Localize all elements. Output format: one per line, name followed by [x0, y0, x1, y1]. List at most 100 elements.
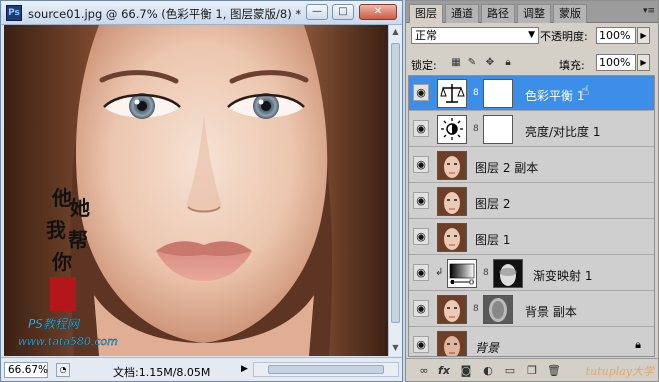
document-window: Ps source01.jpg @ 66.7% (色彩平衡 1, 图层蒙版/8)…	[0, 0, 403, 382]
blend-mode-value: 正常	[415, 29, 437, 42]
visibility-eye-icon[interactable]: ◉	[413, 192, 429, 209]
tab-masks[interactable]: 蒙版	[553, 4, 587, 23]
layer-thumbnail	[437, 331, 467, 356]
move-lock-icon[interactable]: ✥	[484, 57, 496, 69]
layer-mask-thumbnail[interactable]	[483, 79, 513, 108]
layer-name[interactable]: 渐变映射 1	[533, 267, 592, 284]
fx-icon[interactable]: fx	[436, 363, 452, 378]
zoom-level-field[interactable]: 66.67%	[4, 362, 48, 378]
visibility-eye-icon[interactable]: ◉	[413, 300, 429, 317]
layer-row-gradient-map[interactable]: ◉ ↲ 8 渐变映射 1	[409, 256, 654, 291]
svg-text:你: 你	[51, 250, 72, 274]
lock-icon: 🔒︎	[635, 338, 641, 351]
svg-text:我: 我	[46, 218, 66, 242]
tab-adjustments[interactable]: 调整	[517, 4, 551, 23]
site-watermark-line1: PS教程网	[28, 317, 81, 331]
lock-label: 锁定:	[411, 59, 437, 72]
layer-name[interactable]: 亮度/对比度 1	[525, 123, 601, 140]
tab-channels[interactable]: 通道	[445, 4, 479, 23]
site-watermark-line2: www.tata580.com	[18, 335, 118, 348]
panel-tab-bar: 图层 通道 路径 调整 蒙版 ▾≡	[406, 1, 658, 23]
layer-name[interactable]: 背景 副本	[525, 303, 577, 320]
svg-text:帮: 帮	[68, 228, 88, 252]
layer-row-background[interactable]: ◉ 背景 🔒︎	[409, 328, 654, 356]
portrait-photo: 他 她 我 帮 你 PS教程网 www.tata580.com	[4, 25, 388, 356]
layer-thumbnail	[437, 295, 467, 324]
visibility-eye-icon[interactable]: ◉	[413, 120, 429, 137]
site-watermark: tutuplay大学	[585, 365, 654, 378]
layer-mask-thumbnail[interactable]	[483, 115, 513, 144]
mask-link-icon[interactable]: 8	[473, 304, 479, 314]
navigator-icon[interactable]: ◔	[56, 363, 70, 377]
new-adjustment-icon[interactable]: ◐	[480, 363, 496, 378]
horizontal-scrollbar[interactable]	[253, 362, 399, 377]
layer-thumbnail	[437, 187, 467, 216]
add-mask-icon[interactable]: ◙	[458, 363, 474, 378]
layers-list: ◉ 8 色彩平衡 1 ☝ ◉ 8 亮度/对比度 1 ◉ 图层 2 副本 ◉ 图层…	[408, 75, 655, 357]
scroll-down-icon[interactable]: ▼	[389, 341, 402, 355]
all-lock-icon[interactable]: 🔒︎	[502, 57, 514, 69]
opacity-field[interactable]: 100%	[596, 27, 636, 44]
mask-link-icon[interactable]: 8	[473, 124, 479, 134]
layer-mask-thumbnail[interactable]	[493, 259, 523, 288]
tab-paths[interactable]: 路径	[481, 4, 515, 23]
visibility-eye-icon[interactable]: ◉	[413, 264, 429, 281]
layers-panel-toolbar: ∞ fx ◙ ◐ ▭ ❐ 🗑︎ tutuplay大学	[406, 358, 658, 381]
panel-menu-icon[interactable]: ▾≡	[643, 6, 655, 16]
vertical-scroll-thumb[interactable]	[391, 43, 400, 323]
visibility-eye-icon[interactable]: ◉	[413, 156, 429, 173]
minimize-button[interactable]: —	[306, 4, 328, 20]
photoshop-app-icon: Ps	[6, 5, 22, 21]
color-balance-adjustment-icon	[437, 79, 467, 108]
layer-name[interactable]: 图层 2	[475, 195, 510, 212]
opacity-label: 不透明度:	[540, 30, 588, 43]
new-layer-icon[interactable]: ❐	[524, 363, 540, 378]
visibility-eye-icon[interactable]: ◉	[413, 84, 429, 101]
transparent-pixels-lock-icon[interactable]: ▦	[450, 57, 462, 69]
close-button[interactable]: ✕	[359, 4, 397, 20]
blend-mode-select[interactable]: 正常 ▼	[411, 27, 539, 44]
trash-icon[interactable]: 🗑︎	[546, 363, 562, 378]
layer-row-background-copy[interactable]: ◉ 8 背景 副本	[409, 292, 654, 327]
layer-name[interactable]: 图层 2 副本	[475, 159, 538, 176]
opacity-slider-arrow-icon[interactable]: ▶	[637, 27, 650, 44]
mask-link-icon[interactable]: 8	[473, 88, 479, 98]
fill-slider-arrow-icon[interactable]: ▶	[637, 54, 650, 71]
layer-name[interactable]: 色彩平衡 1	[525, 87, 584, 104]
photoshop-workspace: Ps source01.jpg @ 66.7% (色彩平衡 1, 图层蒙版/8)…	[0, 0, 659, 382]
svg-text:她: 她	[70, 196, 90, 220]
layer-name[interactable]: 图层 1	[475, 231, 510, 248]
vertical-scrollbar[interactable]: ▲ ▼	[388, 25, 402, 356]
layer-row-layer2[interactable]: ◉ 图层 2	[409, 184, 654, 219]
layers-panel: 图层 通道 路径 调整 蒙版 ▾≡ 正常 ▼ 不透明度: 100% ▶ 锁定: …	[405, 0, 659, 382]
fill-label: 填充:	[559, 59, 585, 72]
document-title: source01.jpg @ 66.7% (色彩平衡 1, 图层蒙版/8) *	[28, 7, 302, 21]
document-titlebar[interactable]: Ps source01.jpg @ 66.7% (色彩平衡 1, 图层蒙版/8)…	[1, 1, 402, 25]
svg-text:他: 他	[51, 186, 72, 210]
link-icon[interactable]: ∞	[416, 363, 432, 378]
restore-button[interactable]: □	[332, 4, 354, 20]
red-seal-stamp	[50, 277, 76, 311]
new-group-icon[interactable]: ▭	[502, 363, 518, 378]
image-canvas[interactable]: 他 她 我 帮 你 PS教程网 www.tata580.com	[4, 25, 388, 356]
hand-cursor-icon: ☝	[581, 83, 590, 99]
scroll-up-icon[interactable]: ▲	[389, 25, 402, 39]
layer-row-layer2-copy[interactable]: ◉ 图层 2 副本	[409, 148, 654, 183]
document-size-info: 文档:1.15M/8.05M	[113, 366, 211, 379]
brush-lock-icon[interactable]: ✎	[466, 57, 478, 69]
layer-row-layer1[interactable]: ◉ 图层 1	[409, 220, 654, 255]
visibility-eye-icon[interactable]: ◉	[413, 228, 429, 245]
tab-layers[interactable]: 图层	[409, 4, 443, 23]
horizontal-scroll-thumb[interactable]	[268, 365, 384, 374]
layer-mask-thumbnail[interactable]	[483, 295, 513, 324]
layer-thumbnail	[437, 223, 467, 252]
fill-field[interactable]: 100%	[596, 54, 636, 71]
layer-name[interactable]: 背景	[475, 339, 499, 356]
layer-row-color-balance[interactable]: ◉ 8 色彩平衡 1 ☝	[409, 76, 654, 111]
layer-row-brightness-contrast[interactable]: ◉ 8 亮度/对比度 1	[409, 112, 654, 147]
status-menu-arrow-icon[interactable]: ▶	[241, 364, 248, 374]
mask-link-icon[interactable]: 8	[483, 268, 489, 278]
visibility-eye-icon[interactable]: ◉	[413, 336, 429, 353]
chevron-down-icon: ▼	[528, 30, 535, 40]
document-status-bar: 66.67% ◔ 文档:1.15M/8.05M ▶	[1, 357, 402, 381]
